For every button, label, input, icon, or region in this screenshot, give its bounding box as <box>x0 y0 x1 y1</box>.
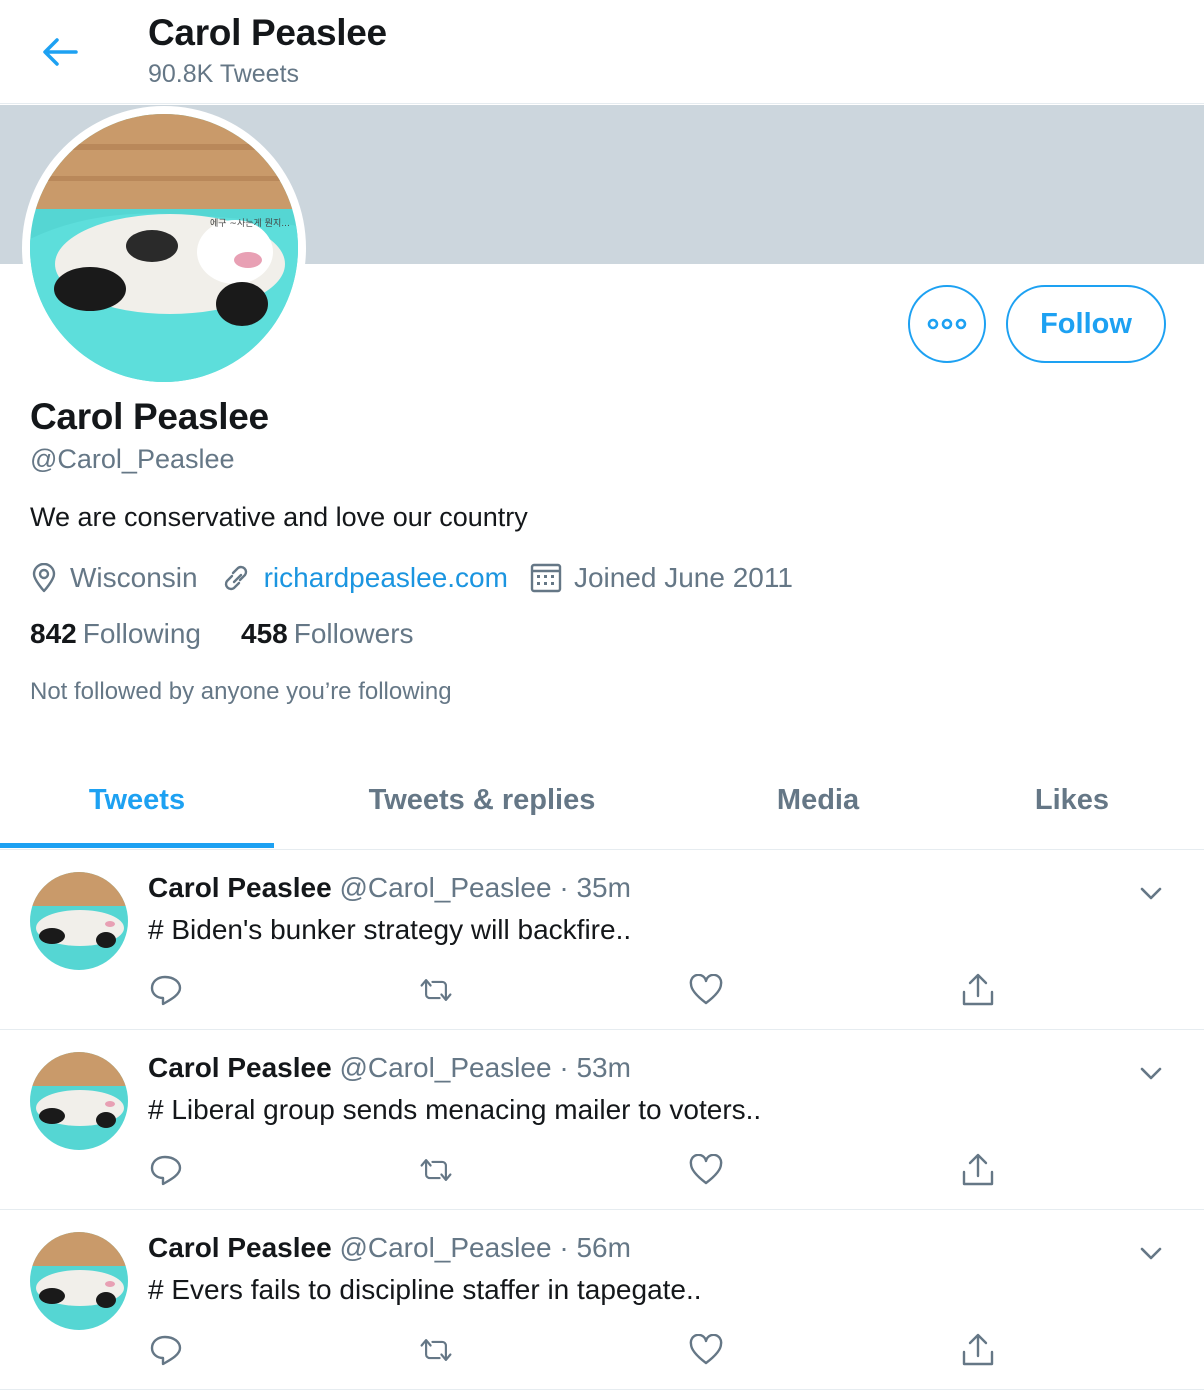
tweet-separator: · <box>559 872 569 903</box>
profile-location: Wisconsin <box>30 562 198 594</box>
tab-likes[interactable]: Likes <box>1000 752 1144 848</box>
avatar-watermark: 에구 ~사는게 뭔지... <box>210 218 290 229</box>
reply-icon <box>150 1335 182 1366</box>
profile-joined: Joined June 2011 <box>530 562 793 594</box>
tweet-author-handle[interactable]: @Carol_Peaslee <box>339 1052 551 1083</box>
tweet-author-handle[interactable]: @Carol_Peaslee <box>339 1232 551 1263</box>
tweet-item[interactable]: Carol Peaslee @Carol_Peaslee · 56m # Eve… <box>0 1210 1204 1390</box>
tweet-author-name[interactable]: Carol Peaslee <box>148 1232 332 1263</box>
back-button[interactable] <box>36 30 84 74</box>
tweet-avatar-image <box>30 872 128 970</box>
retweet-icon <box>420 1159 452 1181</box>
like-button[interactable] <box>688 1330 724 1370</box>
tweet-menu-button[interactable] <box>1134 878 1168 908</box>
reply-button[interactable] <box>148 1330 184 1370</box>
followers-stat[interactable]: 458 Followers <box>241 618 414 650</box>
tweet-avatar[interactable] <box>30 872 128 970</box>
following-stat[interactable]: 842 Following <box>30 618 201 650</box>
followers-label: Followers <box>293 618 414 649</box>
profile-name: Carol Peaslee <box>30 396 269 437</box>
followers-count: 458 <box>241 618 288 649</box>
avatar-image: 에구 ~사는게 뭔지... <box>30 114 298 382</box>
profile-stats: 842 Following 458 Followers <box>30 618 454 650</box>
retweet-icon <box>420 979 452 1001</box>
like-button[interactable] <box>688 970 724 1010</box>
tweet-avatar-image <box>30 1232 128 1330</box>
location-text: Wisconsin <box>70 562 198 593</box>
tweet-header: Carol Peaslee @Carol_Peaslee · 35m <box>148 872 631 904</box>
reply-button[interactable] <box>148 970 184 1010</box>
retweet-icon <box>420 1339 452 1361</box>
share-icon <box>962 973 994 1006</box>
not-followed-note: Not followed by anyone you’re following <box>30 678 452 705</box>
link-icon <box>224 565 247 591</box>
profile-meta: Wisconsin richardpeaslee.com Joined June… <box>30 558 815 598</box>
following-label: Following <box>82 618 201 649</box>
more-options-button[interactable] <box>908 285 986 363</box>
profile-avatar[interactable]: 에구 ~사는게 뭔지... <box>22 106 306 390</box>
reply-icon <box>150 1155 182 1186</box>
share-button[interactable] <box>960 970 996 1010</box>
header-name: Carol Peaslee <box>148 12 387 53</box>
tweet-item[interactable]: Carol Peaslee @Carol_Peaslee · 53m # Lib… <box>0 1030 1204 1210</box>
like-button[interactable] <box>688 1150 724 1190</box>
tweet-author-name[interactable]: Carol Peaslee <box>148 872 332 903</box>
chevron-down-icon <box>1140 1067 1162 1080</box>
tweet-menu-button[interactable] <box>1134 1238 1168 1268</box>
retweet-button[interactable] <box>418 970 454 1010</box>
profile-tabs: Tweets Tweets & replies Media Likes <box>0 752 1204 850</box>
tweet-text: # Liberal group sends menacing mailer to… <box>148 1094 762 1125</box>
retweet-button[interactable] <box>418 1150 454 1190</box>
share-button[interactable] <box>960 1150 996 1190</box>
tweet-author-handle[interactable]: @Carol_Peaslee <box>339 872 551 903</box>
tweet-avatar[interactable] <box>30 1232 128 1330</box>
tweet-separator: · <box>559 1052 569 1083</box>
share-icon <box>962 1153 994 1186</box>
tweet-text: # Biden's bunker strategy will backfire.… <box>148 914 632 945</box>
heart-icon <box>689 974 723 1005</box>
following-count: 842 <box>30 618 77 649</box>
active-tab-indicator <box>0 843 274 848</box>
tab-tweets-replies[interactable]: Tweets & replies <box>330 752 634 848</box>
tweet-actions <box>148 1330 1008 1370</box>
tab-media[interactable]: Media <box>730 752 906 848</box>
tweet-header: Carol Peaslee @Carol_Peaslee · 56m <box>148 1232 631 1264</box>
tweet-text: # Evers fails to discipline staffer in t… <box>148 1274 702 1305</box>
joined-text: Joined June 2011 <box>573 562 793 593</box>
retweet-button[interactable] <box>418 1330 454 1370</box>
reply-button[interactable] <box>148 1150 184 1190</box>
top-bar: Carol Peaslee 90.8K Tweets <box>0 0 1204 104</box>
tweet-item[interactable]: Carol Peaslee @Carol_Peaslee · 35m # Bid… <box>0 850 1204 1030</box>
share-icon <box>962 1333 994 1366</box>
heart-icon <box>689 1154 723 1185</box>
tweet-separator: · <box>559 1232 569 1263</box>
website-link[interactable]: richardpeaslee.com <box>264 562 508 594</box>
arrow-left-icon <box>43 38 78 66</box>
reply-icon <box>150 975 182 1006</box>
tweet-time[interactable]: 35m <box>576 872 630 903</box>
calendar-icon <box>530 563 562 593</box>
chevron-down-icon <box>1140 887 1162 900</box>
share-button[interactable] <box>960 1330 996 1370</box>
tweet-avatar[interactable] <box>30 1052 128 1150</box>
tweet-actions <box>148 1150 1008 1190</box>
profile-website[interactable]: richardpeaslee.com <box>220 562 508 594</box>
tab-tweets[interactable]: Tweets <box>0 752 274 848</box>
more-dots-icon <box>927 318 967 330</box>
tweet-header: Carol Peaslee @Carol_Peaslee · 53m <box>148 1052 631 1084</box>
profile-handle: @Carol_Peaslee <box>30 444 235 474</box>
tweet-avatar-image <box>30 1052 128 1150</box>
location-pin-icon <box>32 563 56 593</box>
tweet-menu-button[interactable] <box>1134 1058 1168 1088</box>
tweet-time[interactable]: 56m <box>576 1232 630 1263</box>
header-tweet-count: 90.8K Tweets <box>148 60 300 88</box>
heart-icon <box>689 1334 723 1365</box>
tweet-time[interactable]: 53m <box>576 1052 630 1083</box>
tweet-author-name[interactable]: Carol Peaslee <box>148 1052 332 1083</box>
profile-bio: We are conservative and love our country <box>30 502 528 532</box>
follow-button[interactable]: Follow <box>1006 285 1166 363</box>
tweet-actions <box>148 970 1008 1010</box>
chevron-down-icon <box>1140 1247 1162 1260</box>
